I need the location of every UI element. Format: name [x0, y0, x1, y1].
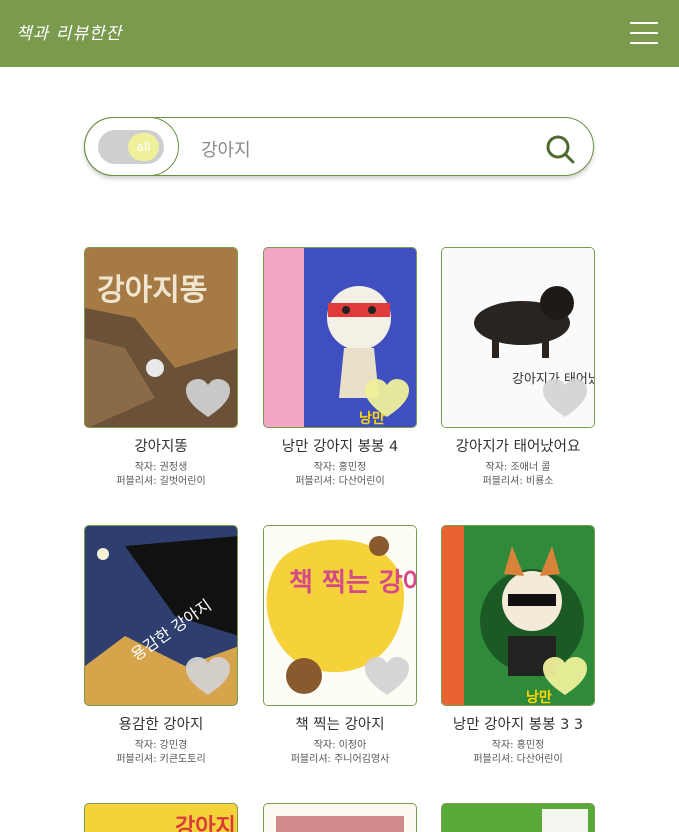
- book-publisher: 퍼블리셔: 다산어린이: [473, 754, 563, 765]
- book-title[interactable]: 용감한 강아지: [64, 713, 258, 734]
- book-author: 작자: 홍민정: [313, 462, 367, 473]
- book-author: 작자: 권정생: [134, 462, 188, 473]
- logo[interactable]: 책과 리뷰한잔: [16, 19, 122, 44]
- cover-title: 강아지: [175, 815, 236, 832]
- book-title[interactable]: 강아지가 태어났어요: [421, 435, 615, 456]
- heart-icon[interactable]: [186, 657, 230, 697]
- search-input[interactable]: 강아지: [201, 136, 251, 162]
- filter-toggle[interactable]: all: [84, 117, 179, 176]
- heart-icon[interactable]: [365, 379, 409, 419]
- heart-icon[interactable]: [186, 379, 230, 419]
- cover-title: 책 찍는 강아지: [289, 568, 417, 598]
- heart-icon[interactable]: [543, 657, 587, 697]
- book-author: 작자: 강민경: [134, 740, 188, 751]
- toggle-track[interactable]: all: [98, 130, 164, 164]
- book-title[interactable]: 강아지똥: [64, 435, 258, 456]
- book-publisher: 퍼블리셔: 비룡소: [482, 476, 554, 487]
- book-author: 작자: 조애너 콜: [485, 462, 551, 473]
- search-icon[interactable]: [545, 134, 575, 164]
- cover-title: 강아지똥: [97, 273, 207, 308]
- book-cover[interactable]: 강아지: [84, 803, 238, 832]
- book-title[interactable]: 낭만 강아지 봉봉 3 3: [421, 713, 615, 734]
- book-title[interactable]: 책 찍는 강아지: [243, 713, 437, 734]
- book-title[interactable]: 낭만 강아지 봉봉 4: [243, 435, 437, 456]
- book-publisher: 퍼블리셔: 주니어김영사: [290, 754, 390, 765]
- heart-icon[interactable]: [365, 657, 409, 697]
- book-author: 작자: 홍민정: [491, 740, 545, 751]
- book-cover[interactable]: [263, 803, 417, 832]
- toggle-knob[interactable]: all: [128, 133, 159, 161]
- book-cover[interactable]: [441, 803, 595, 832]
- book-publisher: 퍼블리셔: 키큰도토리: [116, 754, 206, 765]
- book-publisher: 퍼블리셔: 다산어린이: [295, 476, 385, 487]
- top-bar: 책과 리뷰한잔: [0, 0, 679, 67]
- search-bar: all 강아지: [84, 117, 594, 176]
- book-publisher: 퍼블리셔: 길벗어린이: [116, 476, 206, 487]
- hamburger-icon[interactable]: [630, 22, 658, 44]
- heart-icon[interactable]: [543, 379, 587, 419]
- book-author: 작자: 이정아: [313, 740, 367, 751]
